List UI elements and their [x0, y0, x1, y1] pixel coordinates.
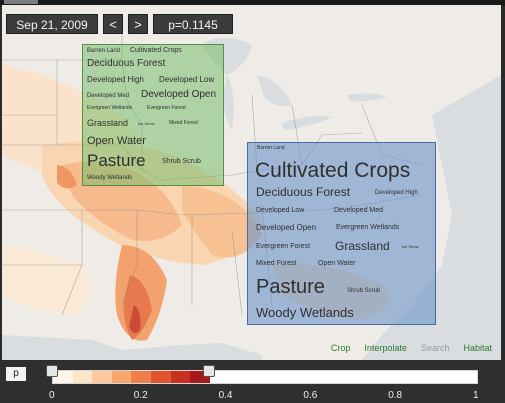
- blue-word-mixed-forest: Mixed Forest: [256, 260, 297, 267]
- green-word-woody-wetlands: Woody Wetlands: [87, 175, 133, 181]
- legend-color-step: [111, 371, 132, 383]
- green-word-cultivated-crops: Cultivated Crops: [130, 47, 182, 54]
- green-word-evergreen-forest: Evergreen Forest: [147, 105, 186, 111]
- app-window: Sep 21, 2009 < > p=0.1145 Barren Land Cu…: [0, 0, 505, 403]
- blue-word-evergreen-forest: Evergreen Forest: [256, 243, 311, 250]
- blue-word-evergreen-wetlands: Evergreen Wetlands: [336, 224, 400, 231]
- legend-max-handle[interactable]: [202, 365, 215, 377]
- habitat-link[interactable]: Habitat: [463, 343, 492, 353]
- blue-word-cultivated-crops: Cultivated Crops: [255, 159, 411, 182]
- p-value-display: p=0.1145: [153, 14, 233, 34]
- blue-word-developed-open: Developed Open: [256, 223, 317, 232]
- blue-word-ice-snow: Ice Snow: [402, 244, 419, 249]
- green-word-ice-snow: Ice Snow: [138, 121, 155, 126]
- map-view[interactable]: Sep 21, 2009 < > p=0.1145 Barren Land Cu…: [2, 5, 501, 360]
- legend-panel: p 0 0.2 0.4 0.6 0.8 1: [0, 361, 505, 403]
- blue-word-developed-low: Developed Low: [256, 207, 305, 214]
- blue-word-grassland: Grassland: [335, 239, 390, 253]
- green-word-developed-low: Developed Low: [159, 75, 215, 84]
- legend-tick-label: 1: [473, 390, 479, 401]
- green-word-shrub-scrub: Shrub Scrub: [162, 158, 201, 165]
- legend-tick-label: 0.8: [388, 390, 403, 401]
- green-word-developed-high: Developed High: [87, 75, 144, 84]
- date-toolbar: Sep 21, 2009 < > p=0.1145: [6, 14, 233, 34]
- search-link[interactable]: Search: [421, 343, 450, 353]
- blue-selection-cloud[interactable]: Barren Land Cultivated Crops Deciduous F…: [247, 142, 436, 325]
- legend-tick-label: 0.4: [218, 390, 233, 401]
- legend-color-step: [170, 371, 191, 383]
- crop-link[interactable]: Crop: [331, 343, 351, 353]
- legend-tick-label: 0.6: [303, 390, 318, 401]
- color-legend-slider[interactable]: [52, 370, 478, 384]
- green-word-developed-open: Developed Open: [141, 89, 217, 100]
- legend-color-step: [72, 371, 93, 383]
- prev-date-button[interactable]: <: [103, 14, 123, 34]
- blue-word-shrub-scrub: Shrub Scrub: [347, 288, 381, 294]
- green-word-deciduous-forest: Deciduous Forest: [87, 58, 166, 69]
- blue-word-deciduous-forest: Deciduous Forest: [256, 185, 351, 199]
- legend-color-step: [92, 371, 113, 383]
- green-word-mixed-forest: Mixed Forest: [169, 120, 198, 126]
- next-date-button[interactable]: >: [128, 14, 148, 34]
- blue-word-developed-med: Developed Med: [334, 207, 384, 214]
- green-word-pasture: Pasture: [87, 151, 146, 170]
- legend-color-step: [131, 371, 152, 383]
- green-word-grassland: Grassland: [87, 118, 129, 128]
- map-action-links: Crop Interpolate Search Habitat: [331, 343, 492, 353]
- green-word-open-water: Open Water: [87, 135, 146, 147]
- green-word-barren-land: Barren Land: [87, 48, 121, 54]
- top-strip-handle: [4, 0, 38, 4]
- legend-color-step: [151, 371, 172, 383]
- legend-tick-label: 0.2: [133, 390, 148, 401]
- blue-word-barren-land: Barren Land: [257, 145, 285, 151]
- blue-word-open-water: Open Water: [318, 260, 356, 267]
- blue-word-developed-high: Developed High: [375, 190, 418, 196]
- legend-min-handle[interactable]: [46, 365, 58, 377]
- date-display: Sep 21, 2009: [6, 14, 98, 34]
- blue-word-woody-wetlands: Woody Wetlands: [256, 305, 354, 320]
- green-word-evergreen-wetlands: Evergreen Wetlands: [87, 105, 133, 111]
- legend-ticks: 0 0.2 0.4 0.6 0.8 1: [0, 390, 505, 402]
- green-selection-cloud[interactable]: Barren Land Cultivated Crops Deciduous F…: [82, 44, 224, 186]
- legend-variable-label: p: [6, 367, 26, 381]
- interpolate-link[interactable]: Interpolate: [364, 343, 407, 353]
- blue-word-pasture: Pasture: [256, 276, 325, 298]
- green-word-developed-med: Developed Med: [87, 93, 130, 99]
- legend-tick-label: 0: [49, 390, 55, 401]
